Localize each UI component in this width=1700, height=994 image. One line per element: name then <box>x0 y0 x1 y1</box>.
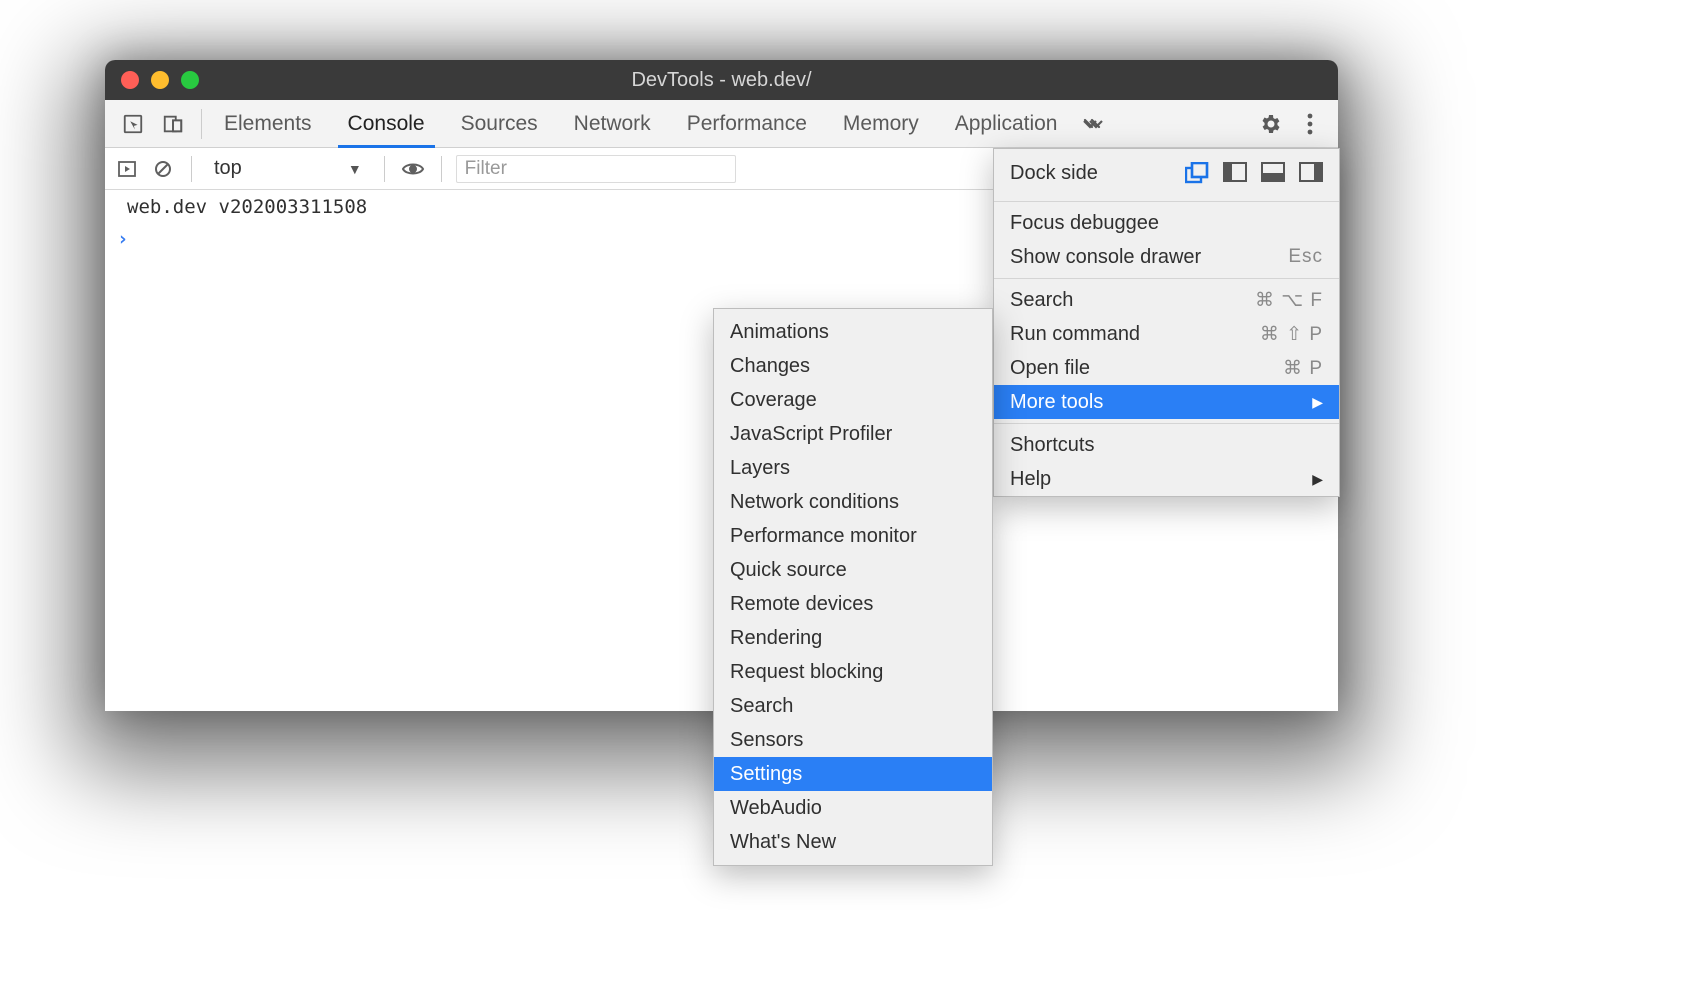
submenu-item-rendering[interactable]: Rendering <box>714 621 992 655</box>
execution-context-select[interactable]: top ▼ <box>206 155 370 182</box>
settings-gear-icon[interactable] <box>1252 106 1288 142</box>
menu-item-help[interactable]: Help ▶ <box>994 462 1339 496</box>
dock-side-label: Dock side <box>1010 162 1098 185</box>
main-menu: Dock side Focus debuggeeShow console <box>993 148 1340 497</box>
tab-performance[interactable]: Performance <box>669 100 825 147</box>
tab-sources[interactable]: Sources <box>443 100 556 147</box>
menu-item-label: Search <box>1010 289 1073 312</box>
submenu-item-javascript-profiler[interactable]: JavaScript Profiler <box>714 417 992 451</box>
filter-placeholder: Filter <box>465 158 507 180</box>
kebab-menu-icon[interactable] <box>1292 106 1328 142</box>
menu-item-label: Show console drawer <box>1010 246 1201 269</box>
submenu-item-what-s-new[interactable]: What's New <box>714 825 992 859</box>
tabs-overflow-button[interactable] <box>1075 117 1111 131</box>
submenu-item-remote-devices[interactable]: Remote devices <box>714 587 992 621</box>
submenu-arrow-icon: ▶ <box>1312 471 1323 488</box>
submenu-item-coverage[interactable]: Coverage <box>714 383 992 417</box>
execution-context-value: top <box>214 157 242 180</box>
menu-item-shortcut: ⌘ ⇧ P <box>1260 323 1323 346</box>
tab-application[interactable]: Application <box>937 100 1076 147</box>
submenu-item-request-blocking[interactable]: Request blocking <box>714 655 992 689</box>
menu-item-label: Open file <box>1010 357 1090 380</box>
submenu-item-search[interactable]: Search <box>714 689 992 723</box>
devtools-window: DevTools - web.dev/ <box>105 60 1338 711</box>
dock-side-row: Dock side <box>994 149 1339 197</box>
menu-item-focus-debuggee[interactable]: Focus debuggee <box>994 206 1339 240</box>
menu-item-shortcut: ⌘ ⌥ F <box>1255 289 1323 312</box>
submenu-item-performance-monitor[interactable]: Performance monitor <box>714 519 992 553</box>
menu-item-label: More tools <box>1010 391 1103 414</box>
submenu-item-changes[interactable]: Changes <box>714 349 992 383</box>
submenu-item-layers[interactable]: Layers <box>714 451 992 485</box>
submenu-item-network-conditions[interactable]: Network conditions <box>714 485 992 519</box>
menu-item-search[interactable]: Search ⌘ ⌥ F <box>994 283 1339 317</box>
live-expression-eye-icon[interactable] <box>399 155 427 183</box>
submenu-item-animations[interactable]: Animations <box>714 315 992 349</box>
submenu-item-settings[interactable]: Settings <box>714 757 992 791</box>
more-tools-submenu: AnimationsChangesCoverageJavaScript Prof… <box>713 308 993 866</box>
tab-memory[interactable]: Memory <box>825 100 937 147</box>
menu-item-more-tools[interactable]: More tools ▶ <box>994 385 1339 419</box>
menu-item-label: Help <box>1010 468 1051 491</box>
sidebar-toggle-icon[interactable] <box>113 155 141 183</box>
submenu-item-webaudio[interactable]: WebAudio <box>714 791 992 825</box>
tab-elements[interactable]: Elements <box>206 100 330 147</box>
dock-left-icon[interactable] <box>1223 162 1247 182</box>
tab-console[interactable]: Console <box>330 100 443 147</box>
menu-item-run-command[interactable]: Run command ⌘ ⇧ P <box>994 317 1339 351</box>
clear-console-icon[interactable] <box>149 155 177 183</box>
menu-item-open-file[interactable]: Open file ⌘ P <box>994 351 1339 385</box>
menu-item-show-console-drawer[interactable]: Show console drawer Esc <box>994 240 1339 274</box>
menu-item-shortcuts[interactable]: Shortcuts <box>994 428 1339 462</box>
inspect-element-icon[interactable] <box>115 106 151 142</box>
submenu-arrow-icon: ▶ <box>1312 394 1323 411</box>
dock-undock-icon[interactable] <box>1185 162 1209 184</box>
dock-right-icon[interactable] <box>1299 162 1323 182</box>
window-title: DevTools - web.dev/ <box>105 69 1338 92</box>
menu-item-label: Run command <box>1010 323 1140 346</box>
submenu-item-quick-source[interactable]: Quick source <box>714 553 992 587</box>
menu-item-label: Shortcuts <box>1010 434 1094 457</box>
caret-down-icon: ▼ <box>348 161 362 177</box>
device-toolbar-icon[interactable] <box>155 106 191 142</box>
submenu-item-sensors[interactable]: Sensors <box>714 723 992 757</box>
menu-item-shortcut: Esc <box>1288 246 1323 268</box>
menu-item-label: Focus debuggee <box>1010 212 1159 235</box>
panel-tabstrip: ElementsConsoleSourcesNetworkPerformance… <box>105 100 1338 148</box>
menu-item-shortcut: ⌘ P <box>1283 357 1323 380</box>
titlebar: DevTools - web.dev/ <box>105 60 1338 100</box>
tab-network[interactable]: Network <box>556 100 669 147</box>
filter-input[interactable]: Filter <box>456 155 736 183</box>
dock-bottom-icon[interactable] <box>1261 162 1285 182</box>
